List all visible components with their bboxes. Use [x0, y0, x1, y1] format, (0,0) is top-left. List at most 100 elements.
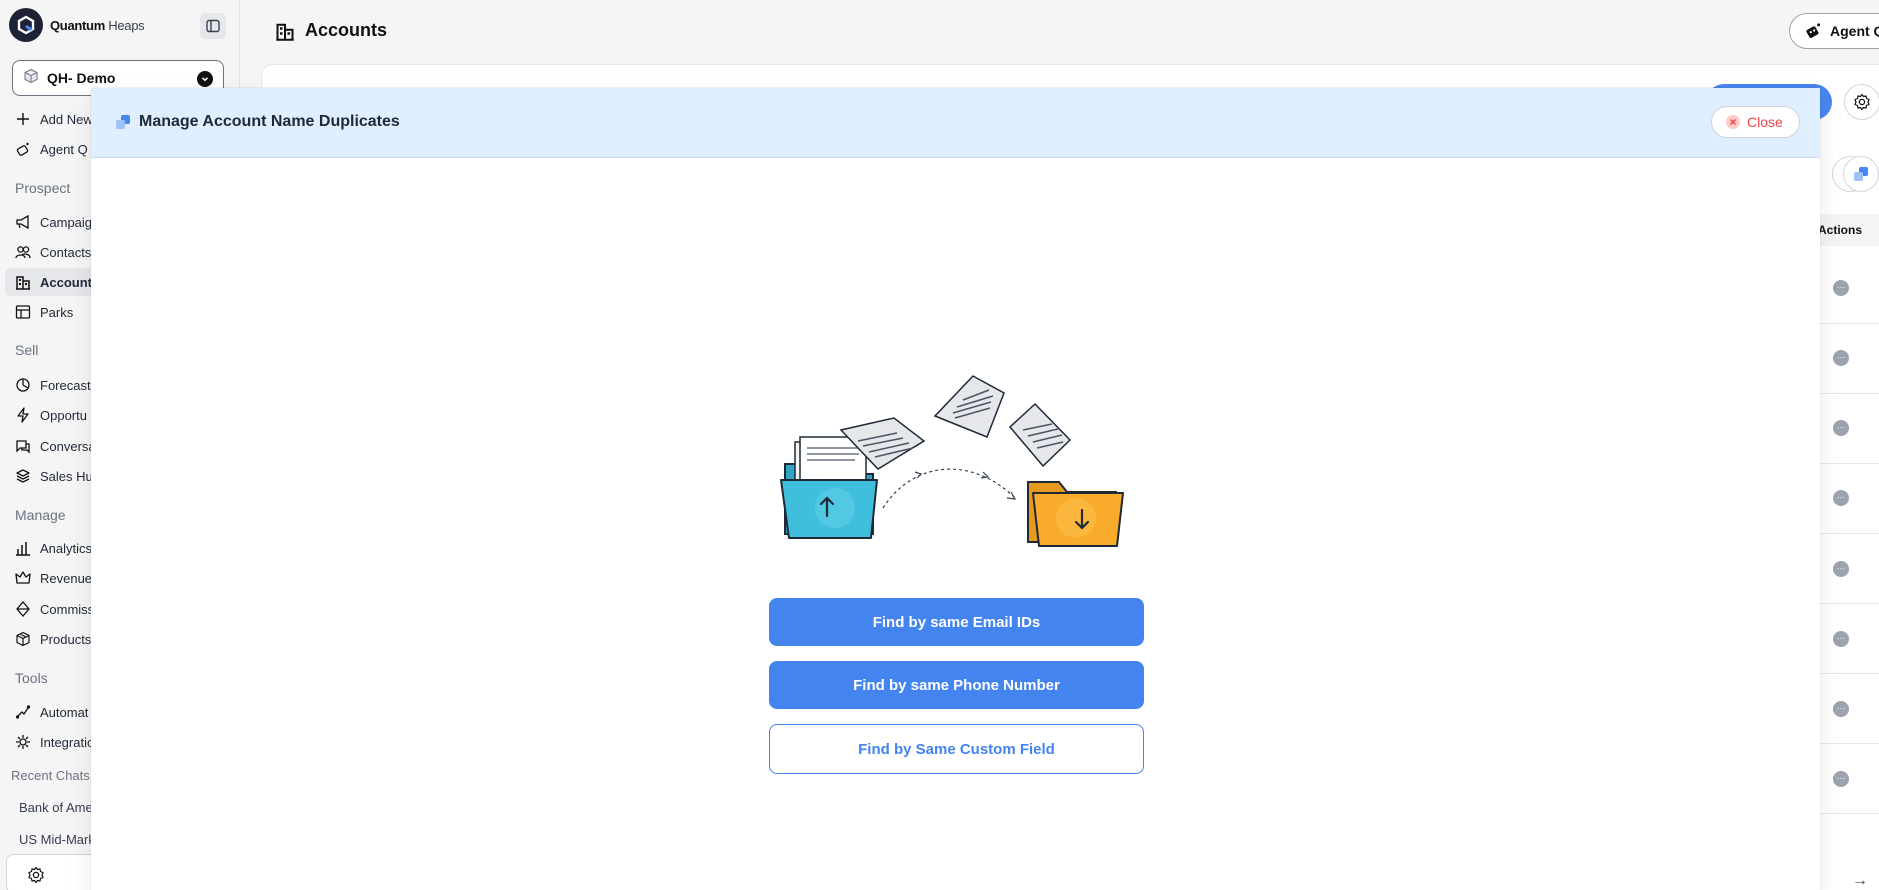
page-title: Accounts [275, 20, 387, 41]
table-row-divider [1818, 323, 1879, 324]
row-actions-button[interactable]: ··· [1833, 771, 1849, 787]
layout-icon [14, 303, 32, 321]
row-actions-button[interactable]: ··· [1833, 280, 1849, 296]
section-sell: Sell [15, 342, 39, 358]
crown-icon [14, 569, 32, 587]
table-row-divider [1818, 813, 1879, 814]
sidebar-item-opportunities[interactable]: Opportu [14, 403, 87, 427]
section-manage: Manage [15, 507, 66, 523]
gear-icon [27, 866, 45, 889]
sidebar-item-conversations[interactable]: Conversa [14, 434, 96, 458]
agent-icon [1804, 22, 1822, 40]
table-row-divider [1818, 463, 1879, 464]
section-prospect: Prospect [15, 180, 71, 196]
row-actions-button[interactable]: ··· [1833, 350, 1849, 366]
sidebar-item-automations[interactable]: Automat [14, 700, 88, 724]
sidebar-item-revenue[interactable]: Revenue [14, 566, 92, 590]
duplicate-icon[interactable] [1843, 156, 1879, 192]
find-by-email-button[interactable]: Find by same Email IDs [769, 598, 1144, 646]
paper-icon [933, 375, 1005, 438]
table-row-divider [1818, 393, 1879, 394]
sidebar-item-sales-hub[interactable]: Sales Hul [14, 464, 96, 488]
agent-q-button[interactable]: Agent Q [1789, 13, 1879, 49]
box-icon [14, 630, 32, 648]
plus-icon [14, 110, 32, 128]
close-label: Close [1747, 114, 1783, 130]
logo-icon [9, 8, 43, 42]
diamond-icon [14, 600, 32, 618]
manage-duplicates-modal: Manage Account Name Duplicates Close Fin… [91, 88, 1820, 890]
modal-title-text: Manage Account Name Duplicates [139, 113, 400, 130]
sidebar-item-label: Analytics [40, 540, 93, 556]
row-actions-button[interactable]: ··· [1833, 631, 1849, 647]
duplicate-icon [115, 114, 131, 130]
sidebar-item-label: Sales Hul [40, 468, 96, 484]
megaphone-icon [14, 213, 32, 231]
page-title-text: Accounts [305, 20, 388, 40]
row-actions-button[interactable]: ··· [1833, 420, 1849, 436]
sidebar-item-label: Agent Q [40, 141, 88, 157]
sidebar-item-commissions[interactable]: Commiss [14, 597, 94, 621]
agent-icon [14, 140, 32, 158]
row-actions-button[interactable]: ··· [1833, 490, 1849, 506]
actions-column-header: Actions [1818, 214, 1879, 246]
sidebar-item-label: Forecast [40, 377, 91, 393]
sidebar-item-label: Campaig [40, 214, 93, 230]
forecast-icon [14, 376, 32, 394]
sidebar-item-label: Automat [40, 704, 89, 720]
sidebar-item-integrations[interactable]: Integratio [14, 730, 94, 754]
sidebar-item-label: Opportu [40, 407, 87, 423]
brand-name: Quantum Heaps [50, 17, 145, 33]
recent-chat-item[interactable]: Bank of Ame [19, 800, 93, 815]
sidebar-item-label: Contacts [40, 244, 92, 260]
sidebar-item-label: Conversa [40, 438, 96, 454]
sidebar-item-campaigns[interactable]: Campaig [14, 210, 92, 234]
close-icon [1726, 115, 1740, 129]
automation-icon [14, 703, 32, 721]
sidebar-item-contacts[interactable]: Contacts [14, 240, 91, 264]
bolt-icon [14, 406, 32, 424]
modal-header: Manage Account Name Duplicates Close [91, 88, 1820, 158]
chart-icon [14, 539, 32, 557]
sidebar-item-agent-q[interactable]: Agent Q [14, 137, 88, 161]
sidebar-item-add-new[interactable]: Add New [14, 107, 93, 131]
table-row-divider [1818, 743, 1879, 744]
cube-icon [23, 68, 39, 89]
sidebar-item-label: Add New [40, 111, 93, 127]
sidebar-item-parks[interactable]: Parks [14, 300, 73, 324]
row-actions-button[interactable]: ··· [1833, 561, 1849, 577]
building-icon [275, 21, 295, 41]
table-row-divider [1818, 673, 1879, 674]
topbar: Accounts Agent Q [241, 0, 1879, 60]
sidebar-toggle-icon[interactable] [200, 13, 226, 39]
sidebar-item-label: Account [40, 274, 92, 290]
sidebar-item-label: Integratio [40, 734, 95, 750]
layers-icon [14, 467, 32, 485]
sidebar-item-analytics[interactable]: Analytics [14, 536, 92, 560]
agent-q-label: Agent Q [1830, 23, 1879, 39]
chevron-down-icon [197, 71, 213, 87]
sidebar-item-forecast[interactable]: Forecast [14, 373, 91, 397]
brand[interactable]: Quantum Heaps [9, 8, 145, 42]
recent-chat-item[interactable]: US Mid-Mark [19, 832, 95, 847]
chat-icon [14, 437, 32, 455]
sidebar-item-products[interactable]: Products [14, 627, 91, 651]
table-row-divider [1818, 533, 1879, 534]
arrow-right-icon[interactable]: → [1852, 872, 1868, 890]
download-folder-icon [1027, 481, 1124, 547]
sidebar-item-label: Commiss [40, 601, 95, 617]
row-actions-button[interactable]: ··· [1833, 701, 1849, 717]
find-by-custom-field-button[interactable]: Find by Same Custom Field [769, 724, 1144, 774]
recent-chats-heading: Recent Chats [11, 768, 90, 783]
sidebar-item-label: Products [40, 631, 92, 647]
sidebar-item-label: Revenue [40, 570, 93, 586]
close-button[interactable]: Close [1711, 106, 1800, 138]
integration-icon [14, 733, 32, 751]
gear-icon[interactable] [1844, 84, 1879, 120]
contacts-icon [14, 243, 32, 261]
find-by-phone-button[interactable]: Find by same Phone Number [769, 661, 1144, 709]
workspace-label: QH- Demo [47, 70, 116, 86]
section-tools: Tools [15, 670, 48, 686]
table-row-divider [1818, 603, 1879, 604]
paper-icon [1008, 402, 1072, 468]
